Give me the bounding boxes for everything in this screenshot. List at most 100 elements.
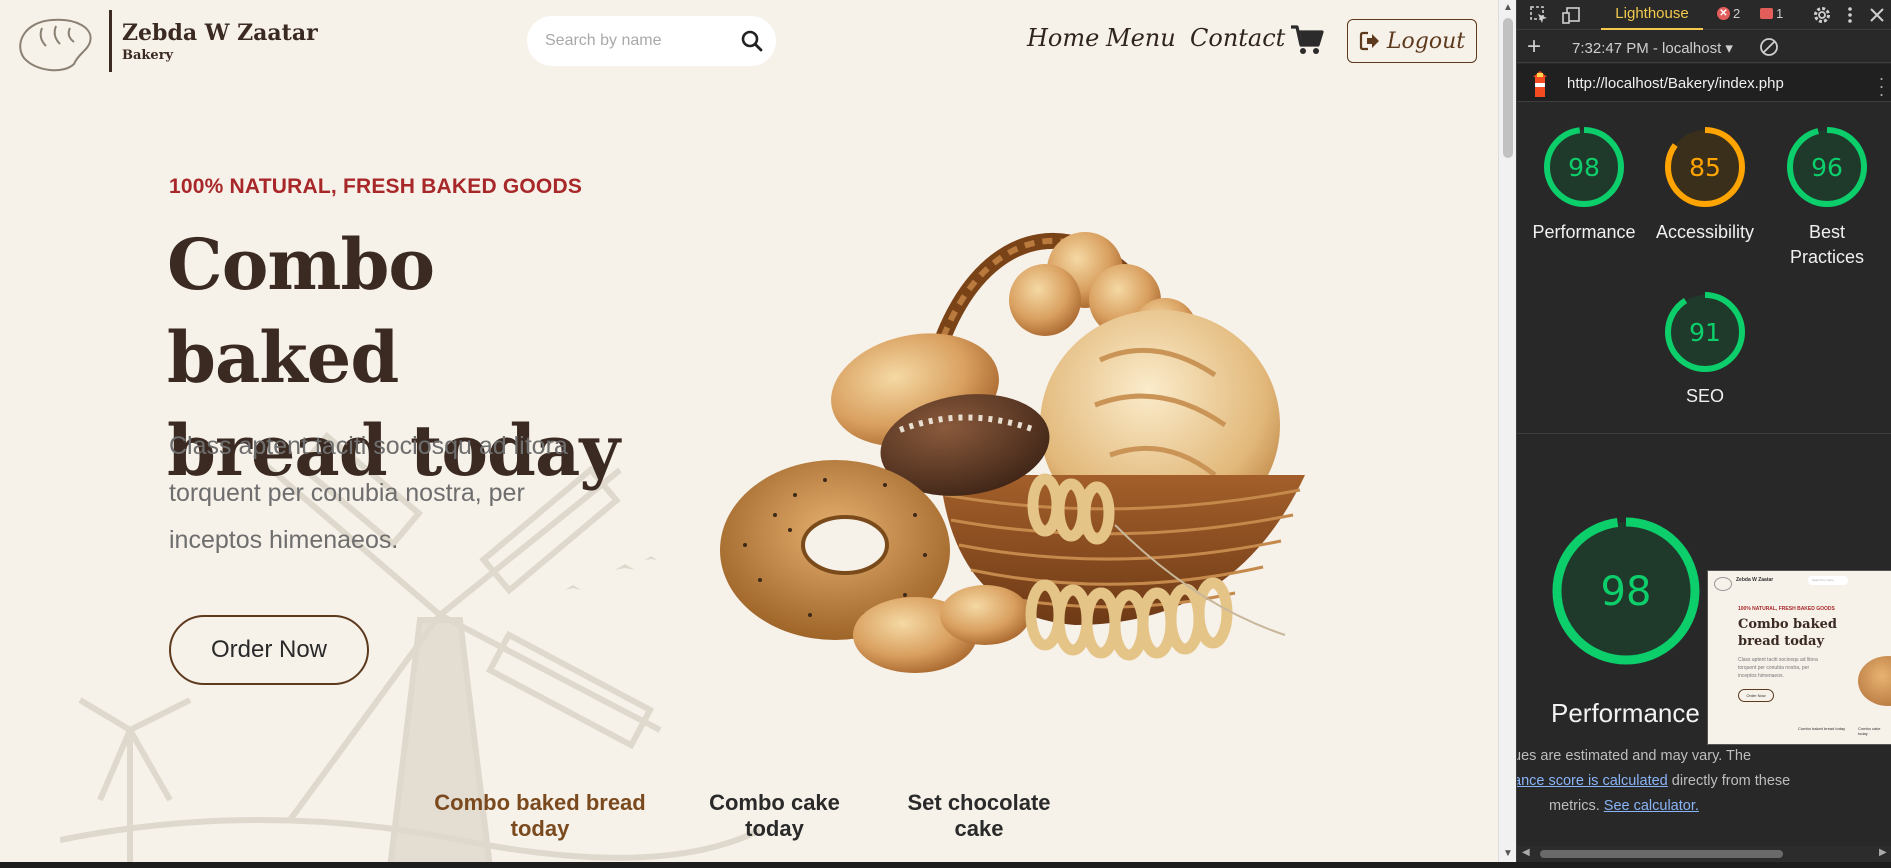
thumbnail-brand: Zebda W Zaatar [1736, 577, 1774, 583]
score-label-line: Best [1808, 222, 1846, 242]
hero-description-line: torquent per conubia nostra, per [169, 479, 525, 507]
bread-basket-image [720, 232, 1305, 673]
page-scrollbar[interactable]: ▲ ▼ [1498, 0, 1516, 868]
score-calculated-link[interactable]: ance score is calculated [1517, 773, 1668, 789]
note-text: directly from these [1667, 773, 1791, 789]
devtools-horizontal-scrollbar[interactable]: ◀ ▶ [1517, 846, 1891, 862]
thumbnail-order-button: Order Now [1738, 689, 1774, 702]
window-bottom-edge [0, 862, 1891, 868]
chevron-down-icon: ▾ [1725, 40, 1733, 57]
brand-name: Zebda W Zaatar [122, 20, 318, 46]
hero-description: Class aptent taciti sociosqu ad litora t… [169, 423, 639, 564]
performance-section-title: Performance [1551, 698, 1700, 728]
lighthouse-logo-icon [1533, 71, 1547, 97]
sign-out-icon [1359, 31, 1379, 51]
scroll-up-arrow-icon[interactable]: ▲ [1503, 2, 1513, 13]
score-label-seo: SEO [1643, 384, 1767, 409]
issue-count-badge[interactable]: 1 [1760, 6, 1783, 21]
logout-label: Logout [1386, 28, 1466, 54]
settings-gear-icon[interactable] [1812, 5, 1832, 25]
brand-divider [109, 10, 112, 72]
hero-title-line: Combo baked [167, 223, 435, 399]
scroll-left-arrow-icon[interactable]: ◀ [1522, 847, 1530, 858]
error-count-badge[interactable]: ✕ 2 [1717, 6, 1740, 21]
score-label-accessibility: Accessibility [1643, 220, 1767, 245]
category-tab-combo-bread[interactable]: Combo baked bread today [430, 790, 650, 842]
scrollbar-thumb[interactable] [1503, 18, 1513, 158]
score-label-performance: Performance [1522, 220, 1646, 245]
score-value: 85 [1689, 153, 1721, 182]
clear-reports-icon[interactable] [1759, 37, 1779, 57]
note-line: ance score is calculated directly from t… [1517, 769, 1791, 794]
score-gauge-performance[interactable]: 98 [1543, 126, 1625, 208]
thumbnail-search: Search by name [1808, 576, 1848, 585]
nav-link-contact[interactable]: Contact [1190, 24, 1285, 52]
category-label: cake [954, 816, 1004, 841]
see-calculator-link[interactable]: See calculator. [1604, 798, 1699, 814]
issue-icon [1760, 8, 1773, 19]
score-gauge-seo[interactable]: 91 [1664, 291, 1746, 373]
performance-main-gauge: 98 [1552, 517, 1700, 665]
thumbnail-description: Class aptent taciti sociosqu ad litora t… [1738, 657, 1818, 679]
inspect-element-icon[interactable] [1529, 5, 1549, 25]
brand-subtitle: Bakery [122, 48, 174, 63]
devtools-tab-bar: Lighthouse ✕ 2 1 [1517, 0, 1891, 30]
thumbnail-category: Combo baked bread today [1798, 726, 1846, 731]
nav-link-home[interactable]: Home [1027, 24, 1099, 52]
bread-logo-icon[interactable] [16, 14, 94, 72]
score-value: 91 [1689, 318, 1721, 347]
thumbnail-category: Combo cake today [1858, 726, 1881, 736]
issue-count: 1 [1776, 6, 1784, 21]
category-label: today [510, 816, 570, 841]
thumbnail-logo-icon [1714, 577, 1732, 591]
device-toolbar-icon[interactable] [1562, 5, 1582, 25]
search-input[interactable] [545, 29, 735, 53]
scroll-right-arrow-icon[interactable]: ▶ [1879, 847, 1887, 858]
note-line: metrics. See calculator. [1549, 794, 1699, 819]
new-report-plus-icon[interactable]: + [1527, 33, 1541, 61]
url-menu-icon[interactable]: ... [1879, 65, 1884, 99]
search-icon[interactable] [741, 30, 763, 52]
nav-link-menu[interactable]: Menu [1106, 24, 1176, 52]
section-divider [1517, 433, 1891, 434]
close-devtools-icon[interactable] [1867, 5, 1887, 25]
scroll-down-arrow-icon[interactable]: ▼ [1503, 848, 1513, 859]
error-count: 2 [1733, 6, 1741, 21]
thumbnail-tagline: 100% NATURAL, FRESH BAKED GOODS [1738, 606, 1835, 612]
report-selector[interactable]: 7:32:47 PM - localhost ▾ [1572, 39, 1733, 57]
logout-button[interactable]: Logout [1347, 19, 1477, 63]
note-text: metrics. [1549, 798, 1604, 814]
note-line: ues are estimated and may vary. The [1516, 748, 1752, 764]
score-label-best-practices: Best Practices [1765, 220, 1889, 270]
navbar: Zebda W Zaatar Bakery Home Menu Contact … [0, 0, 1498, 86]
error-icon: ✕ [1717, 7, 1730, 20]
score-gauge-accessibility[interactable]: 85 [1664, 126, 1746, 208]
report-selector-label: 7:32:47 PM - localhost [1572, 40, 1722, 57]
hero-description-line: Class aptent taciti sociosqu ad litora [169, 432, 568, 460]
category-tab-chocolate-cake[interactable]: Set chocolate cake [890, 790, 1068, 842]
thumbnail-bread-image [1858, 656, 1891, 706]
more-options-icon[interactable] [1840, 5, 1860, 25]
category-label: today [745, 816, 804, 841]
category-label: Set chocolate [907, 790, 1051, 815]
cart-icon[interactable] [1290, 24, 1324, 56]
score-value: 96 [1811, 153, 1843, 182]
devtools-panel: Lighthouse ✕ 2 1 + 7:32:47 PM - localhos… [1516, 0, 1891, 868]
search-bar [527, 16, 776, 66]
score-label-line: Performance [1532, 222, 1636, 242]
horizontal-scrollbar-thumb[interactable] [1540, 850, 1783, 858]
hero-description-line: inceptos himenaeos. [169, 526, 399, 554]
score-value: 98 [1568, 153, 1600, 182]
score-label-line: SEO [1685, 386, 1724, 406]
score-label-line: Accessibility [1655, 222, 1755, 242]
main-score-value: 98 [1601, 569, 1652, 615]
order-now-button[interactable]: Order Now [169, 615, 369, 685]
hero-tagline: 100% NATURAL, FRESH BAKED GOODS [169, 175, 583, 198]
tab-lighthouse[interactable]: Lighthouse [1601, 0, 1703, 30]
category-tab-combo-cake[interactable]: Combo cake today [692, 790, 857, 842]
score-gauge-best-practices[interactable]: 96 [1786, 126, 1868, 208]
category-label: Combo baked bread [434, 790, 646, 815]
final-screenshot-thumbnail[interactable]: Zebda W Zaatar Search by name 100% NATUR… [1707, 570, 1891, 745]
category-label: Combo cake [709, 790, 840, 815]
lighthouse-toolbar: + 7:32:47 PM - localhost ▾ [1517, 31, 1891, 63]
